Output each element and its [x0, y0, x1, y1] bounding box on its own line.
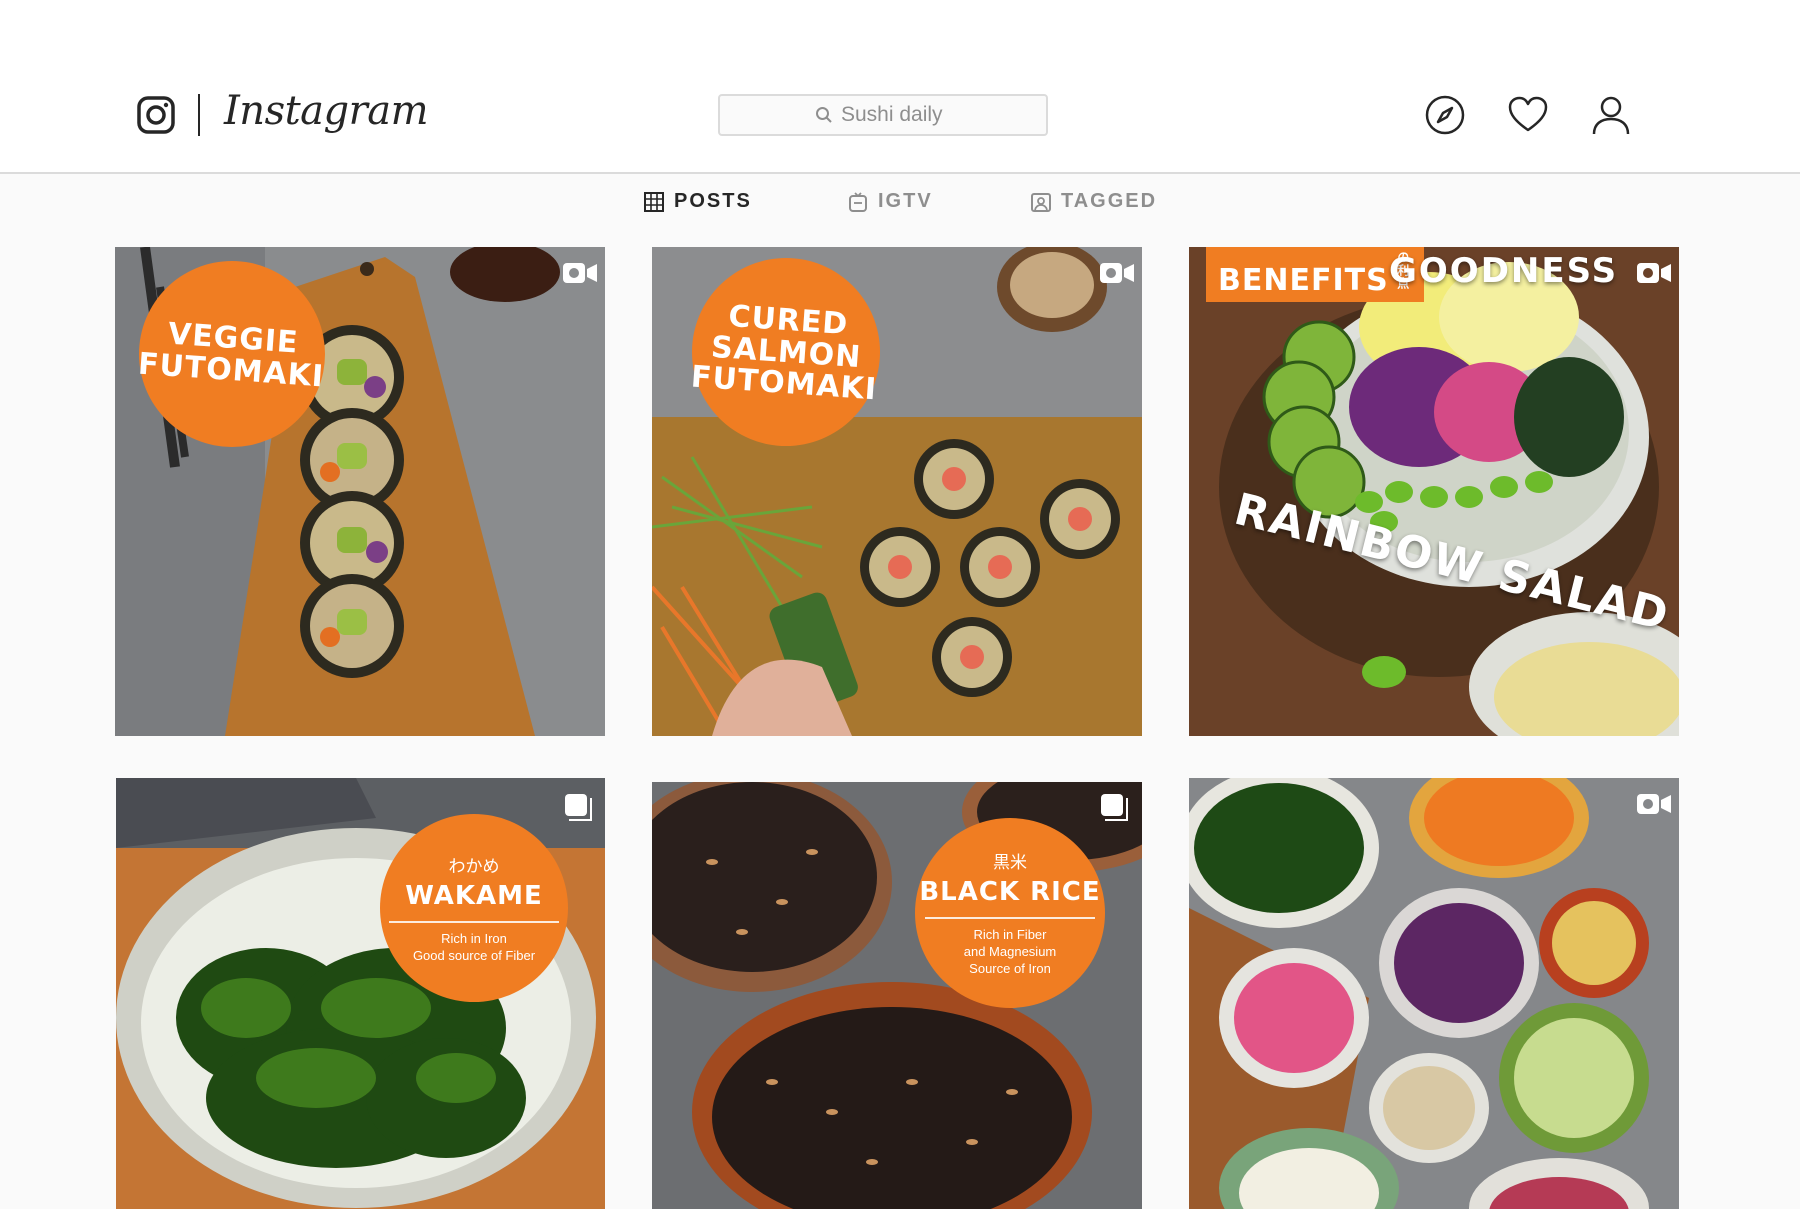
post-veggie-futomaki[interactable]: VEGGIE FUTOMAKI [115, 247, 605, 736]
grid-icon [644, 191, 664, 212]
profile-icon[interactable] [1590, 94, 1632, 136]
search-icon [816, 107, 832, 123]
post-title-badge: わかめ WAKAME Rich in Iron Good source of F… [380, 814, 568, 1002]
top-navigation-bar: Instagram [0, 0, 1800, 174]
post-ingredient-bowls[interactable] [1189, 778, 1679, 1209]
logo-divider [198, 94, 200, 136]
tab-igtv[interactable]: IGTV [848, 190, 933, 213]
badge-divider [389, 920, 559, 923]
post-cured-salmon-futomaki[interactable]: CURED SALMON FUTOMAKI [652, 247, 1142, 736]
compass-icon[interactable] [1424, 94, 1466, 136]
tab-igtv-label: IGTV [878, 190, 933, 212]
badge-divider [925, 917, 1095, 920]
post-wakame[interactable]: わかめ WAKAME Rich in Iron Good source of F… [116, 778, 605, 1209]
tagged-icon [1031, 192, 1051, 212]
post-rainbow-salad[interactable]: BENEFITS の利点 GOODNESS RAINBOW SALAD [1189, 247, 1679, 736]
post-photo [1189, 778, 1679, 1209]
search-input[interactable] [841, 103, 951, 127]
igtv-icon [849, 191, 867, 212]
tab-tagged-label: TAGGED [1061, 190, 1158, 212]
post-black-rice[interactable]: 黒米 BLACK RICE Rich in Fiber and Magnesiu… [652, 782, 1142, 1209]
heart-icon[interactable] [1507, 94, 1549, 136]
instagram-wordmark[interactable]: Instagram [224, 88, 429, 134]
tab-posts[interactable]: POSTS [644, 190, 752, 213]
post-title-badge: 黒米 BLACK RICE Rich in Fiber and Magnesiu… [915, 818, 1105, 1008]
post-title-badge: VEGGIE FUTOMAKI [137, 261, 325, 447]
instagram-camera-icon[interactable] [137, 96, 175, 134]
post-heading: GOODNESS [1389, 251, 1619, 291]
tab-tagged[interactable]: TAGGED [1031, 190, 1157, 213]
post-title-badge: CURED SALMON FUTOMAKI [690, 258, 880, 446]
search-box[interactable] [718, 94, 1048, 136]
tab-posts-label: POSTS [674, 190, 752, 212]
